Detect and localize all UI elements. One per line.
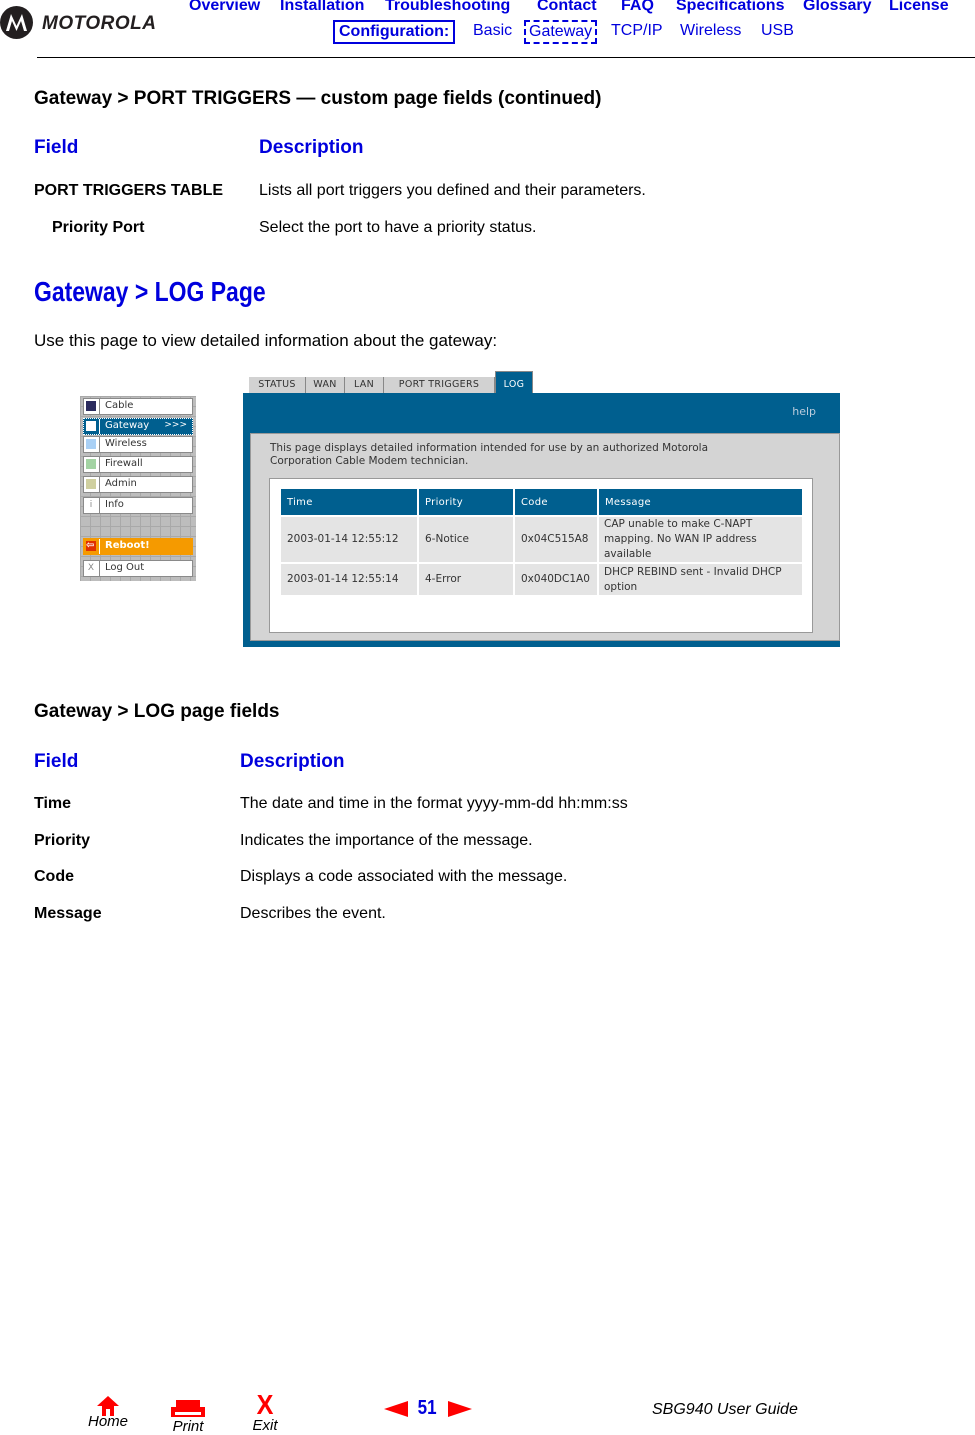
tab-status[interactable]: STATUS [249,377,306,393]
tab-log[interactable]: LOG [495,371,533,394]
col-message: Message [598,489,802,516]
col-time: Time [281,489,419,516]
col-code: Code [514,489,599,516]
sidebar-item-gateway[interactable]: Gateway >>> [83,418,193,435]
cell-message: CAP unable to make C-NAPT mapping. No WA… [598,515,802,563]
log-page-intro: Use this page to view detailed informati… [34,331,498,350]
print-icon [171,1400,205,1417]
square-icon [86,401,96,411]
tab-port-triggers[interactable]: PORT TRIGGERS [384,377,495,393]
prev-page-button[interactable] [384,1400,408,1423]
home-button[interactable]: Home [86,1395,130,1430]
lf-field-name: Message [34,905,102,922]
nav-license[interactable]: License [889,0,949,15]
chevrons-right-icon: >>> [164,420,187,430]
lf-col-field: Field [34,751,79,772]
cell-priority: 4-Error [418,562,515,595]
log-description: This page displays detailed information … [270,442,709,467]
sidebar-item-logout[interactable]: X Log Out [83,560,193,577]
pt-field-name: Priority Port [52,219,145,236]
table-row: 2003-01-14 12:55:14 4-Error 0x040DC1A0 D… [281,562,802,595]
nav-basic[interactable]: Basic [473,22,512,40]
pt-col-description: Description [259,137,364,158]
col-priority: Priority [418,489,515,516]
arrow-right-icon [448,1401,472,1417]
header-divider [37,57,975,58]
cell-code: 0x04C515A8 [514,515,599,563]
tab-lan[interactable]: LAN [345,377,384,393]
lf-field-desc: Displays a code associated with the mess… [240,868,568,885]
exit-icon: X [256,1389,274,1420]
info-icon: i [89,500,93,510]
cell-time: 2003-01-14 12:55:12 [281,515,419,563]
next-page-button[interactable] [448,1400,472,1423]
nav-configuration[interactable]: Configuration: [333,20,456,44]
cell-code: 0x040DC1A0 [514,562,599,595]
table-row: 2003-01-14 12:55:12 6-Notice 0x04C515A8 … [281,515,802,563]
reboot-icon: ⇦ [86,540,96,551]
cell-message: DHCP REBIND sent - Invalid DHCP option [598,562,802,595]
sidebar-item-reboot[interactable]: ⇦ Reboot! [83,538,193,555]
log-fields-title: Gateway > LOG page fields [34,701,280,722]
square-icon [86,459,96,469]
sidebar-item-firewall[interactable]: Firewall [83,456,193,473]
pt-field-desc: Lists all port triggers you defined and … [259,182,646,199]
screenshot-log-panel: help This page displays detailed informa… [243,393,840,647]
nav-contact[interactable]: Contact [537,0,597,15]
square-icon [86,479,96,489]
guide-title: SBG940 User Guide [652,1401,798,1418]
nav-overview[interactable]: Overview [189,0,260,15]
page-number: 51 [417,1397,437,1419]
nav-faq[interactable]: FAQ [621,0,654,15]
square-icon [86,421,96,431]
logout-icon: X [87,563,95,573]
lf-field-desc: Indicates the importance of the message. [240,832,533,849]
sidebar-item-admin[interactable]: Admin [83,476,193,493]
motorola-logo: MOTOROLA [0,4,175,40]
lf-col-description: Description [240,751,345,772]
help-link[interactable]: help [792,405,816,418]
log-table-container: Time Priority Code Message 2003-01-14 12… [269,478,813,633]
pt-col-field: Field [34,137,79,158]
sidebar-item-info[interactable]: i Info [83,497,193,514]
lf-field-name: Priority [34,832,91,849]
nav-troubleshooting[interactable]: Troubleshooting [385,0,510,15]
brand-name: MOTOROLA [42,13,157,34]
lf-field-desc: Describes the event. [240,905,386,922]
motorola-batwing-icon [0,6,33,39]
lf-field-desc: The date and time in the format yyyy-mm-… [240,795,628,812]
port-triggers-title: Gateway > PORT TRIGGERS — custom page fi… [34,88,602,109]
log-page-title: Gateway > LOG Page [34,276,266,307]
print-label: Print [172,1418,204,1435]
nav-wireless[interactable]: Wireless [680,22,741,40]
nav-glossary[interactable]: Glossary [803,0,871,15]
cell-time: 2003-01-14 12:55:14 [281,562,419,595]
arrow-left-icon [384,1401,408,1417]
exit-button[interactable]: X Exit [243,1389,287,1435]
lf-field-name: Code [34,868,74,885]
sidebar-item-wireless[interactable]: Wireless [83,436,193,453]
print-button[interactable]: Print [166,1398,210,1435]
square-icon [86,439,96,449]
lf-field-name: Time [34,795,72,812]
nav-specifications[interactable]: Specifications [676,0,784,15]
nav-installation[interactable]: Installation [280,0,364,15]
sidebar-item-cable[interactable]: Cable [83,398,193,415]
log-table: Time Priority Code Message 2003-01-14 12… [281,489,802,595]
nav-tcpip[interactable]: TCP/IP [611,22,663,40]
tab-wan[interactable]: WAN [306,377,345,393]
screenshot-sidebar: Cable Gateway >>> Wireless Firewall Admi… [80,396,196,581]
nav-usb[interactable]: USB [761,22,794,40]
pt-field-name: PORT TRIGGERS TABLE [34,182,224,199]
home-label: Home [87,1413,128,1430]
log-content-area: This page displays detailed information … [250,433,840,641]
cell-priority: 6-Notice [418,515,515,563]
pt-field-desc: Select the port to have a priority statu… [259,219,537,236]
nav-gateway[interactable]: Gateway [524,20,598,44]
